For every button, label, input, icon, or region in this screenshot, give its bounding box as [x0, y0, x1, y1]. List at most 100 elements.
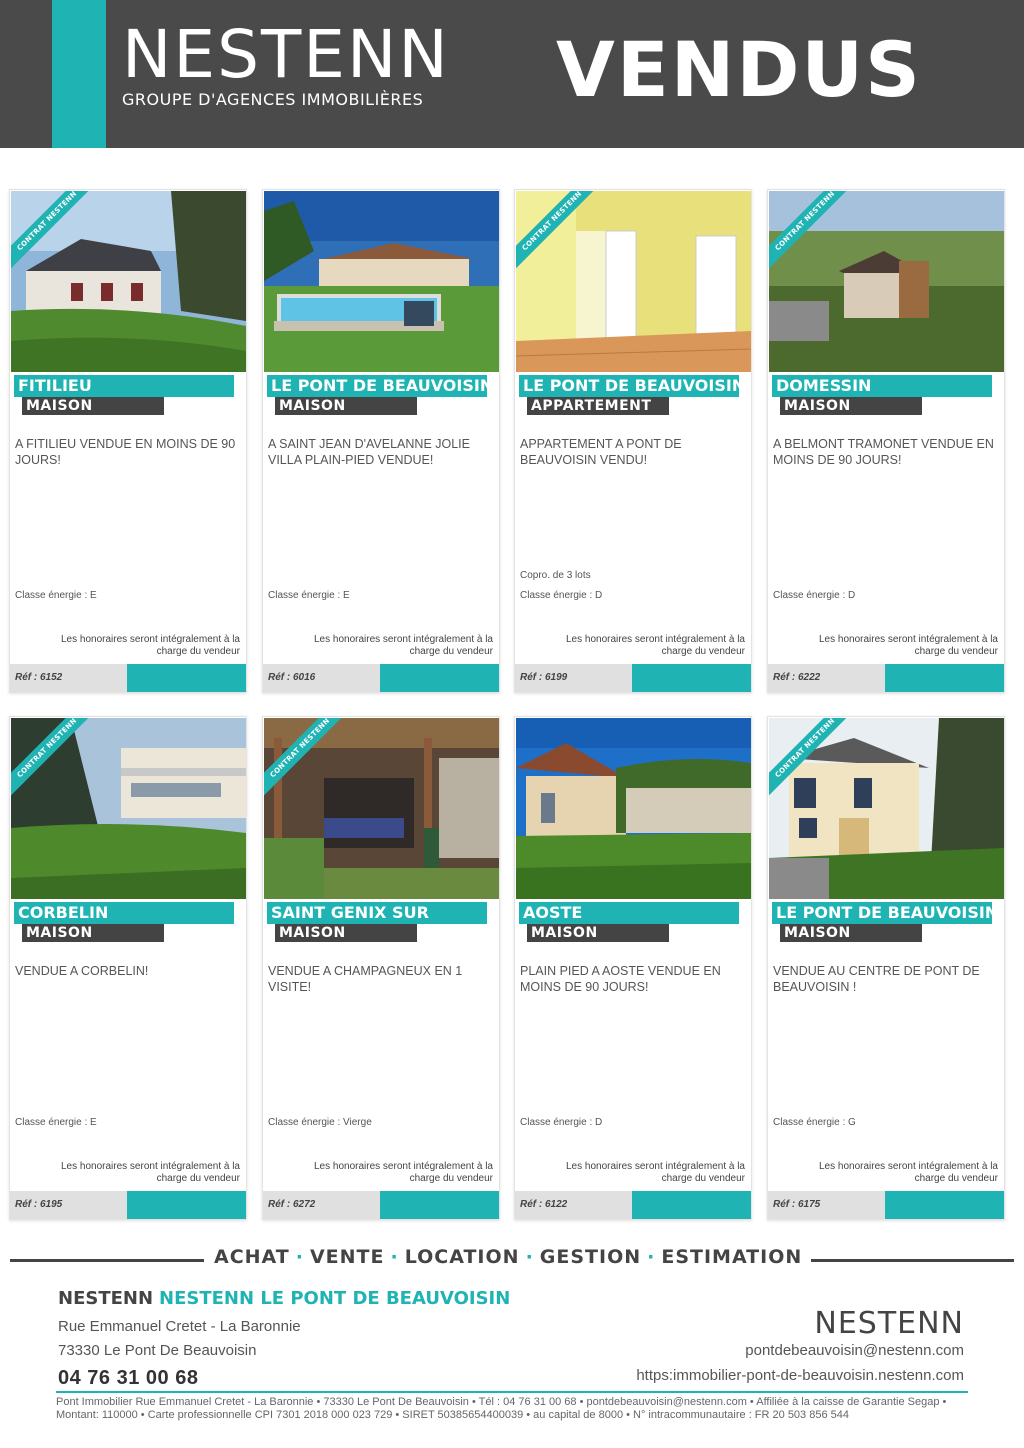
listing-copro: Copro. de 3 lots [520, 570, 591, 581]
listing-type: MAISON [780, 924, 922, 942]
listing-city: CORBELIN [14, 902, 234, 924]
listing-city: AOSTE [519, 902, 739, 924]
listing-card[interactable]: CONTRAT NESTENN SAINT GENIX SUR MAISON VEND… [262, 716, 500, 1220]
fees-note: Les honoraires seront intégralement à la… [819, 1161, 998, 1184]
header-accent-bar [52, 0, 106, 148]
listing-photo[interactable]: CONTRAT NESTENN [769, 718, 1004, 899]
services-divider-right [811, 1259, 1014, 1262]
listing-description: VENDUE A CHAMPAGNEUX EN 1 VISITE! [268, 964, 463, 994]
reference-number: Réf : 6175 [773, 1199, 821, 1210]
listing-description: VENDUE AU CENTRE DE PONT DE BEAUVOISIN ! [773, 964, 980, 994]
website-link[interactable]: https:immobilier-pont-de-beauvoisin.nest… [636, 1367, 964, 1384]
service-item: ACHAT [214, 1246, 290, 1268]
energy-class: Classe énergie : E [15, 590, 97, 601]
listing-city: FITILIEU [14, 375, 234, 397]
energy-class: Classe énergie : D [773, 590, 856, 601]
reference-bar: Réf : 6195 [10, 1191, 246, 1219]
listing-card[interactable]: LE PONT DE BEAUVOISIN MAISON A SAINT JEAN … [262, 189, 500, 693]
listing-photo[interactable]: CONTRAT NESTENN [11, 718, 246, 899]
energy-class: Classe énergie : G [773, 1117, 856, 1128]
reference-accent [885, 664, 1004, 692]
reference-accent [127, 1191, 246, 1219]
energy-class: Classe énergie : D [520, 1117, 603, 1128]
services-strip: ACHAT · VENTE · LOCATION · GESTION · ESTIMATION [0, 1244, 1024, 1272]
reference-accent [380, 664, 499, 692]
energy-class: Classe énergie : Vierge [268, 1117, 372, 1128]
listing-city: LE PONT DE BEAUVOISIN [519, 375, 739, 397]
reference-number: Réf : 6222 [773, 672, 821, 683]
listing-card[interactable]: CONTRAT NESTENN DOMESSIN MAISON A BELMONT T… [767, 189, 1005, 693]
listing-card[interactable]: CONTRAT NESTENN LE PONT DE BEAUVOISIN MAIS… [767, 716, 1005, 1220]
energy-class: Classe énergie : E [268, 590, 350, 601]
page-header: NESTENN GROUPE D'AGENCES IMMOBILIÈRES VE… [0, 0, 1024, 148]
reference-number: Réf : 6152 [15, 672, 63, 683]
reference-accent [632, 1191, 751, 1219]
legal-text: Pont Immobilier Rue Emmanuel Cretet - La… [56, 1396, 947, 1421]
energy-class: Classe énergie : E [15, 1117, 97, 1128]
reference-accent [632, 664, 751, 692]
listing-photo[interactable]: CONTRAT NESTENN [264, 718, 499, 899]
listing-description: VENDUE A CORBELIN! [15, 964, 149, 978]
listing-description: PLAIN PIED A AOSTE VENDUE EN MOINS DE 90… [520, 964, 721, 994]
brand-logo: NESTENN GROUPE D'AGENCES IMMOBILIÈRES [122, 20, 450, 110]
listing-card[interactable]: CONTRAT NESTENN LE PONT DE BEAUVOISIN APPA… [514, 189, 752, 693]
address-line-2: 73330 Le Pont De Beauvoisin [58, 1342, 257, 1359]
listing-description: A FITILIEU VENDUE EN MOINS DE 90 JOURS! [15, 437, 236, 467]
listing-photo-image [516, 718, 751, 899]
reference-number: Réf : 6122 [520, 1199, 568, 1210]
reference-bar: Réf : 6222 [768, 664, 1004, 692]
phone-number[interactable]: 04 76 31 00 68 [58, 1367, 198, 1390]
reference-accent [885, 1191, 1004, 1219]
listing-card[interactable]: CONTRAT NESTENN FITILIEU MAISON A FITILIEU … [9, 189, 247, 693]
service-item: VENTE [309, 1246, 385, 1268]
listing-description: A SAINT JEAN D'AVELANNE JOLIE VILLA PLAI… [268, 437, 470, 467]
listing-type: MAISON [275, 397, 417, 415]
services-divider-left [10, 1259, 204, 1262]
service-item: ESTIMATION [661, 1246, 803, 1268]
fees-note: Les honoraires seront intégralement à la… [314, 634, 493, 657]
reference-bar: Réf : 6122 [515, 1191, 751, 1219]
listing-card[interactable]: CONTRAT NESTENN CORBELIN MAISON VENDUE A CO… [9, 716, 247, 1220]
listing-photo-image [264, 191, 499, 372]
agency-prefix: NESTENN [58, 1288, 154, 1309]
page-title: VENDUS [556, 25, 922, 114]
listing-type: MAISON [275, 924, 417, 942]
listing-type: MAISON [22, 397, 164, 415]
energy-class: Classe énergie : D [520, 590, 603, 601]
separator-dot: · [525, 1246, 534, 1268]
reference-number: Réf : 6195 [15, 1199, 63, 1210]
separator-dot: · [295, 1246, 304, 1268]
legal-divider [56, 1391, 968, 1393]
listing-photo[interactable] [516, 718, 751, 899]
fees-note: Les honoraires seront intégralement à la… [566, 1161, 745, 1184]
reference-bar: Réf : 6199 [515, 664, 751, 692]
service-item: GESTION [539, 1246, 642, 1268]
listing-photo[interactable]: CONTRAT NESTENN [11, 191, 246, 372]
listing-type: MAISON [527, 924, 669, 942]
footer-logo: NESTENN [814, 1306, 964, 1341]
agency-name: NESTENN LE PONT DE BEAUVOISIN [159, 1288, 511, 1309]
separator-dot: · [390, 1246, 399, 1268]
reference-number: Réf : 6272 [268, 1199, 316, 1210]
email-link[interactable]: pontdebeauvoisin@nestenn.com [745, 1342, 964, 1359]
separator-dot: · [647, 1246, 656, 1268]
fees-note: Les honoraires seront intégralement à la… [61, 634, 240, 657]
reference-number: Réf : 6199 [520, 672, 568, 683]
reference-bar: Réf : 6272 [263, 1191, 499, 1219]
listing-photo[interactable]: CONTRAT NESTENN [769, 191, 1004, 372]
services-list: ACHAT · VENTE · LOCATION · GESTION · ESTIMATION [214, 1246, 804, 1268]
listing-description: APPARTEMENT A PONT DE BEAUVOISIN VENDU! [520, 437, 682, 467]
listing-photo[interactable]: CONTRAT NESTENN [516, 191, 751, 372]
address-line-1: Rue Emmanuel Cretet - La Baronnie [58, 1318, 301, 1335]
reference-bar: Réf : 6152 [10, 664, 246, 692]
listing-city: DOMESSIN [772, 375, 992, 397]
service-item: LOCATION [404, 1246, 520, 1268]
reference-number: Réf : 6016 [268, 672, 316, 683]
listing-photo[interactable] [264, 191, 499, 372]
agency-heading: NESTENN NESTENN LE PONT DE BEAUVOISIN [58, 1288, 510, 1309]
listing-city: LE PONT DE BEAUVOISIN [267, 375, 487, 397]
reference-bar: Réf : 6175 [768, 1191, 1004, 1219]
listing-card[interactable]: AOSTE MAISON PLAIN PIED A AOSTE VENDUE EN … [514, 716, 752, 1220]
reference-accent [380, 1191, 499, 1219]
listing-city: SAINT GENIX SUR [267, 902, 487, 924]
